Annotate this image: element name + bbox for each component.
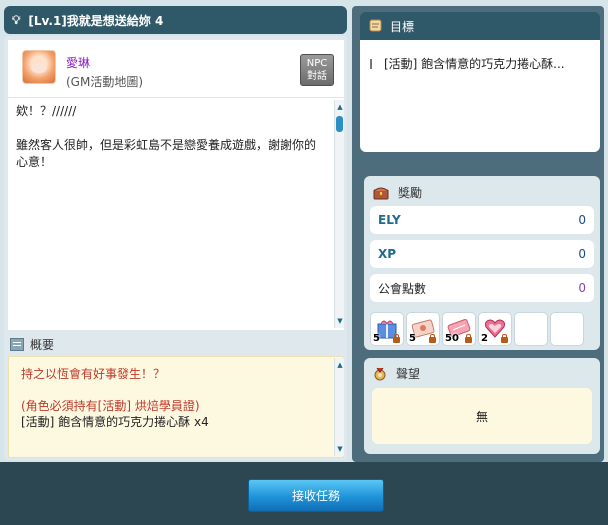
goal-box: [活動] 飽含情意的巧克力捲心酥... xyxy=(360,40,600,152)
reward-item-qty: 5 xyxy=(373,333,380,344)
reward-item-qty: 50 xyxy=(445,333,459,344)
npc-map: (GM活動地圖) xyxy=(66,75,144,89)
reputation-label: 聲望 xyxy=(396,367,421,381)
medal-icon xyxy=(374,367,386,380)
reward-item-slot-empty xyxy=(514,312,548,346)
reward-item-qty: 5 xyxy=(409,333,416,344)
reward-guild-row: 公會點數 0 xyxy=(370,274,594,302)
reward-xp-value: 0 xyxy=(578,247,586,261)
accept-quest-button[interactable]: 接收任務 xyxy=(248,479,384,512)
summary-label: 概要 xyxy=(30,337,55,352)
reward-ely-row: ELY 0 xyxy=(370,206,594,234)
reward-header: 獎勵 xyxy=(372,184,422,201)
summary-line: 持之以恆會有好事發生！？ xyxy=(21,367,166,381)
scroll-down-icon[interactable]: ▼ xyxy=(335,316,345,326)
reward-item-qty: 2 xyxy=(481,333,488,344)
scroll-up-icon[interactable]: ▲ xyxy=(335,360,345,370)
reward-guild-value: 0 xyxy=(578,281,586,295)
dialog-line: 雖然客人很帥，但是彩虹島不是戀愛養成遊戲，謝謝你的心意！ xyxy=(16,138,317,169)
quest-title-bar: 💡︎ [Lv.1]我就是想送給妳 4 xyxy=(4,6,347,34)
reward-item-slot[interactable]: 5 xyxy=(370,312,404,346)
reward-xp-label: XP xyxy=(378,247,397,261)
goal-item: [活動] 飽含情意的巧克力捲心酥... xyxy=(384,57,565,71)
reward-xp-row: XP 0 xyxy=(370,240,594,268)
scroll-down-icon[interactable]: ▼ xyxy=(335,444,345,454)
quest-title: [Lv.1]我就是想送給妳 4 xyxy=(28,13,164,28)
reputation-value: 無 xyxy=(475,409,488,424)
scroll-icon xyxy=(369,19,382,32)
npc-avatar xyxy=(22,50,56,84)
summary-icon xyxy=(10,337,24,351)
reward-label: 獎勵 xyxy=(398,186,423,200)
dialog-scrollbar[interactable]: ▲ ▼ xyxy=(334,100,344,328)
lock-icon xyxy=(465,334,472,343)
reputation-value-box: 無 xyxy=(372,388,592,444)
reward-item-slots: 5 5 50 2 xyxy=(370,312,584,346)
quest-window: 💡︎ [Lv.1]我就是想送給妳 4 愛琳 (GM活動地圖) NPC 對話 欸！… xyxy=(0,0,608,525)
summary-header: 概要 xyxy=(10,336,54,352)
goal-label: 目標 xyxy=(390,19,415,34)
reputation-header: 聲望 xyxy=(372,365,420,382)
bullet-icon xyxy=(370,59,372,69)
reputation-section: 聲望 無 xyxy=(364,358,600,454)
scroll-thumb[interactable] xyxy=(336,116,343,132)
summary-box: 持之以恆會有好事發生！？ (角色必須持有[活動] 烘焙學員證) [活動] 飽含情… xyxy=(8,356,344,458)
reward-item-slot[interactable]: 5 xyxy=(406,312,440,346)
summary-scrollbar[interactable]: ▲ ▼ xyxy=(334,358,344,456)
dialog-text: 欸！？////// 雖然客人很帥，但是彩虹島不是戀愛養成遊戲，謝謝你的心意！ xyxy=(8,98,344,330)
npc-name: 愛琳 xyxy=(66,56,91,70)
scroll-up-icon[interactable]: ▲ xyxy=(335,102,345,112)
lock-icon xyxy=(501,334,508,343)
summary-item: [活動] 飽含情意的巧克力捲心酥 x4 xyxy=(21,415,209,429)
reward-guild-label: 公會點數 xyxy=(378,281,427,296)
lock-icon xyxy=(393,334,400,343)
summary-requirement: (角色必須持有[活動] 烘焙學員證) xyxy=(21,399,200,413)
reward-section: 獎勵 ELY 0 XP 0 公會點數 0 5 5 50 2 xyxy=(364,176,600,350)
dialog-line: 欸！？////// xyxy=(16,104,77,118)
reward-item-slot[interactable]: 50 xyxy=(442,312,476,346)
lock-icon xyxy=(429,334,436,343)
npc-talk-button[interactable]: NPC 對話 xyxy=(300,54,334,86)
reward-ely-label: ELY xyxy=(378,213,401,227)
reward-ely-value: 0 xyxy=(578,213,586,227)
goal-header: 目標 xyxy=(360,12,600,40)
lightbulb-icon: 💡︎ xyxy=(12,12,21,27)
npc-card: 愛琳 (GM活動地圖) NPC 對話 xyxy=(8,40,344,98)
reward-item-slot[interactable]: 2 xyxy=(478,312,512,346)
treasure-chest-icon xyxy=(373,187,389,199)
reward-item-slot-empty xyxy=(550,312,584,346)
